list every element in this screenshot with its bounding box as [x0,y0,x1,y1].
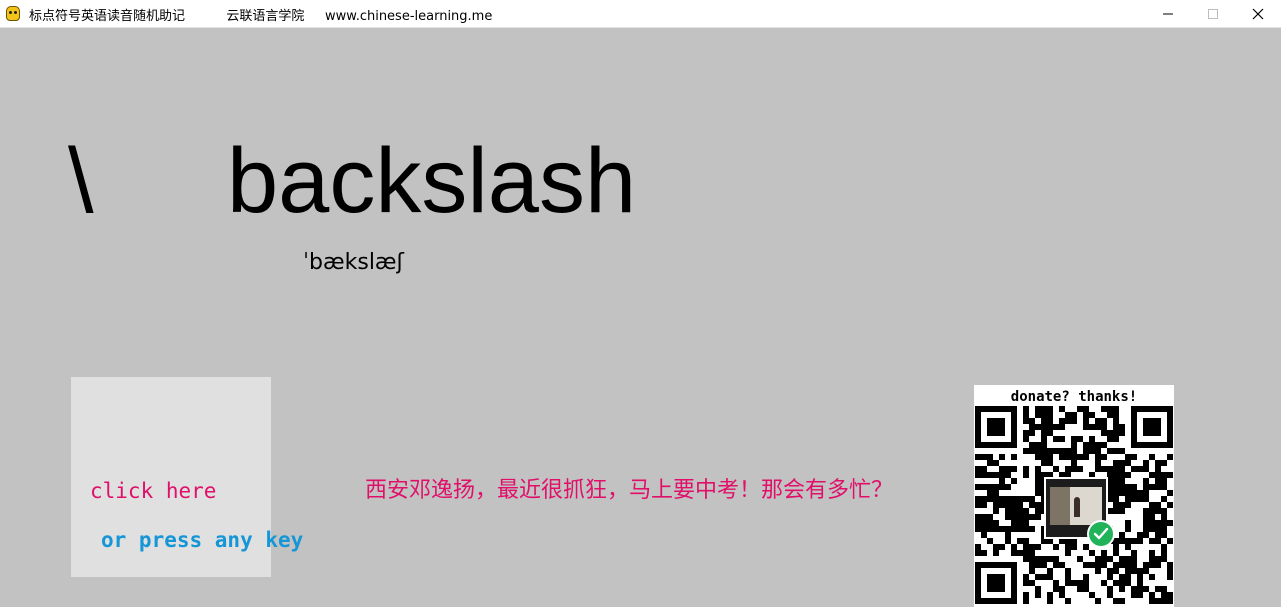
close-icon [1252,8,1264,19]
punctuation-symbol: \ [68,130,94,232]
punctuation-name: backslash [227,130,637,232]
window-title: 标点符号英语读音随机助记 云联语言学院 www.chinese-learning… [29,9,493,24]
press-any-key-label: or press any key [101,528,304,552]
minimize-button[interactable] [1145,0,1191,27]
maximize-icon [1208,8,1218,19]
click-here-label[interactable]: click here [90,478,216,504]
app-icon [6,6,20,21]
donate-card: donate? thanks! [974,385,1174,607]
maximize-button[interactable] [1190,0,1236,27]
wechat-icon [1087,520,1115,548]
close-button[interactable] [1235,0,1281,27]
banner-message: 西安邓逸扬，最近很抓狂，马上要中考！那会有多忙？ [365,478,894,503]
pronunciation-ipa: ˈbækslæʃ [303,250,404,275]
minimize-icon [1163,13,1173,14]
title-bar: 标点符号英语读音随机助记 云联语言学院 www.chinese-learning… [0,0,1281,28]
donate-label: donate? thanks! [1010,389,1138,405]
